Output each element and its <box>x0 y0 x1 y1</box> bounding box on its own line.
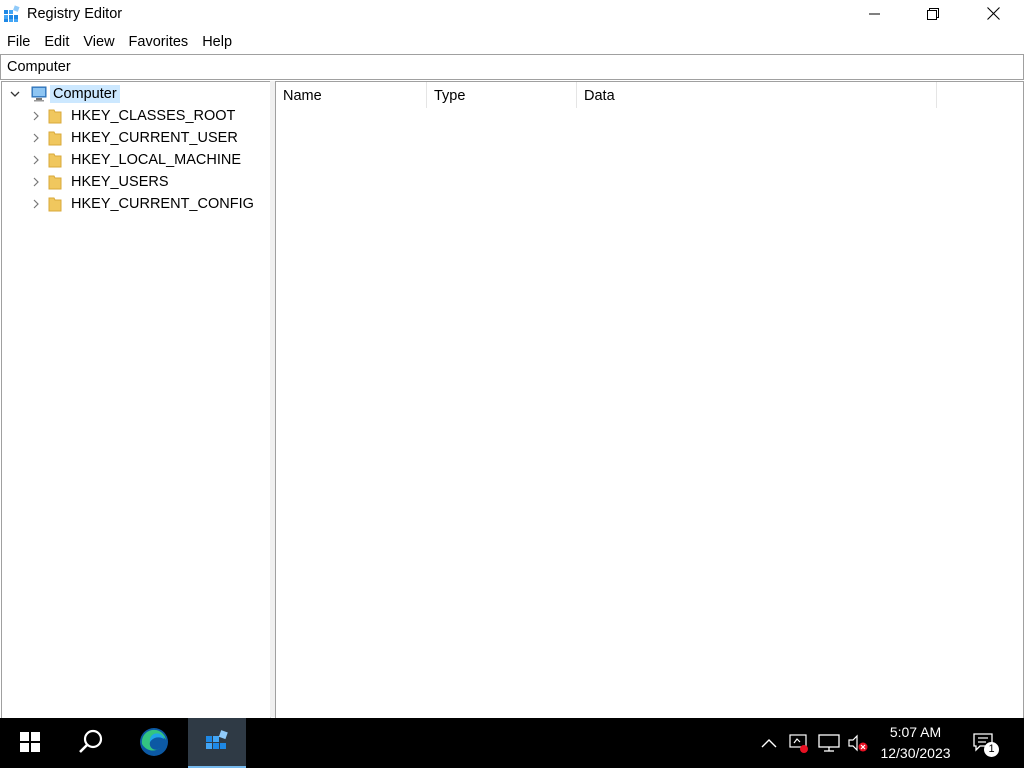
chevron-right-icon[interactable] <box>29 153 43 167</box>
chevron-right-icon[interactable] <box>29 109 43 123</box>
column-header-data[interactable]: Data <box>577 82 937 108</box>
address-value: Computer <box>7 59 71 75</box>
menu-view[interactable]: View <box>76 30 121 54</box>
values-list-pane[interactable]: Name Type Data <box>275 81 1024 719</box>
search-icon <box>78 729 104 758</box>
notification-icon: 1 <box>972 732 999 757</box>
notification-button[interactable]: 1 <box>970 732 999 757</box>
column-header-name[interactable]: Name <box>276 82 427 108</box>
tree-label: HKEY_CURRENT_USER <box>71 130 238 146</box>
chevron-right-icon[interactable] <box>29 131 43 145</box>
taskbar: 5:07 AM 12/30/2023 1 <box>0 718 1024 768</box>
menu-favorites[interactable]: Favorites <box>122 30 196 54</box>
window-title: Registry Editor <box>27 6 123 22</box>
start-icon <box>20 731 40 755</box>
tree-item-computer[interactable]: Computer <box>8 83 120 105</box>
computer-icon <box>30 86 50 102</box>
tree-item-hkey-current-user[interactable]: HKEY_CURRENT_USER <box>29 127 241 149</box>
tree-item-hkey-users[interactable]: HKEY_USERS <box>29 171 172 193</box>
tree-label: HKEY_CLASSES_ROOT <box>71 108 236 124</box>
regedit-icon <box>204 728 230 757</box>
minimize-icon <box>869 7 881 23</box>
notification-count-badge: 1 <box>984 742 999 757</box>
folder-icon <box>48 130 68 146</box>
restore-icon <box>927 7 939 23</box>
chevron-up-icon[interactable] <box>758 732 780 754</box>
tree-item-hkey-classes-root[interactable]: HKEY_CLASSES_ROOT <box>29 105 238 127</box>
edge-icon <box>138 726 170 761</box>
restore-button[interactable] <box>904 0 962 30</box>
title-bar[interactable]: Registry Editor <box>0 0 1024 30</box>
clock-time[interactable]: 5:07 AM <box>868 724 963 740</box>
tree-item-hkey-current-config[interactable]: HKEY_CURRENT_CONFIG <box>29 193 257 215</box>
menu-edit[interactable]: Edit <box>37 30 76 54</box>
search-button[interactable] <box>62 718 120 768</box>
regedit-icon <box>3 5 21 23</box>
menu-bar: File Edit View Favorites Help <box>0 30 1024 54</box>
address-bar[interactable]: Computer <box>0 54 1024 80</box>
close-button[interactable] <box>962 0 1024 30</box>
clock-date[interactable]: 12/30/2023 <box>868 745 963 761</box>
regedit-taskbar-button[interactable] <box>188 718 246 768</box>
chevron-right-icon[interactable] <box>29 197 43 211</box>
folder-icon <box>48 196 68 212</box>
tree-item-hkey-local-machine[interactable]: HKEY_LOCAL_MACHINE <box>29 149 244 171</box>
tree-label-computer: Computer <box>50 85 120 103</box>
start-button[interactable] <box>0 718 60 768</box>
menu-file[interactable]: File <box>0 30 37 54</box>
minimize-button[interactable] <box>846 0 904 30</box>
menu-help[interactable]: Help <box>195 30 239 54</box>
close-icon <box>986 7 1000 23</box>
edge-button[interactable] <box>126 718 182 768</box>
column-header-type[interactable]: Type <box>427 82 577 108</box>
volume-muted-icon[interactable] <box>847 732 869 754</box>
network-alert-icon[interactable] <box>788 732 810 754</box>
chevron-down-icon[interactable] <box>8 87 22 101</box>
tree-pane[interactable]: Computer HKEY_CLASSES_ROOT HKEY_CURRENT_… <box>1 81 271 719</box>
display-icon[interactable] <box>818 732 840 754</box>
chevron-right-icon[interactable] <box>29 175 43 189</box>
tree-label: HKEY_LOCAL_MACHINE <box>71 152 242 168</box>
tree-label: HKEY_USERS <box>71 174 169 190</box>
tree-label: HKEY_CURRENT_CONFIG <box>71 196 254 212</box>
folder-icon <box>48 174 68 190</box>
folder-icon <box>48 108 68 124</box>
folder-icon <box>48 152 68 168</box>
